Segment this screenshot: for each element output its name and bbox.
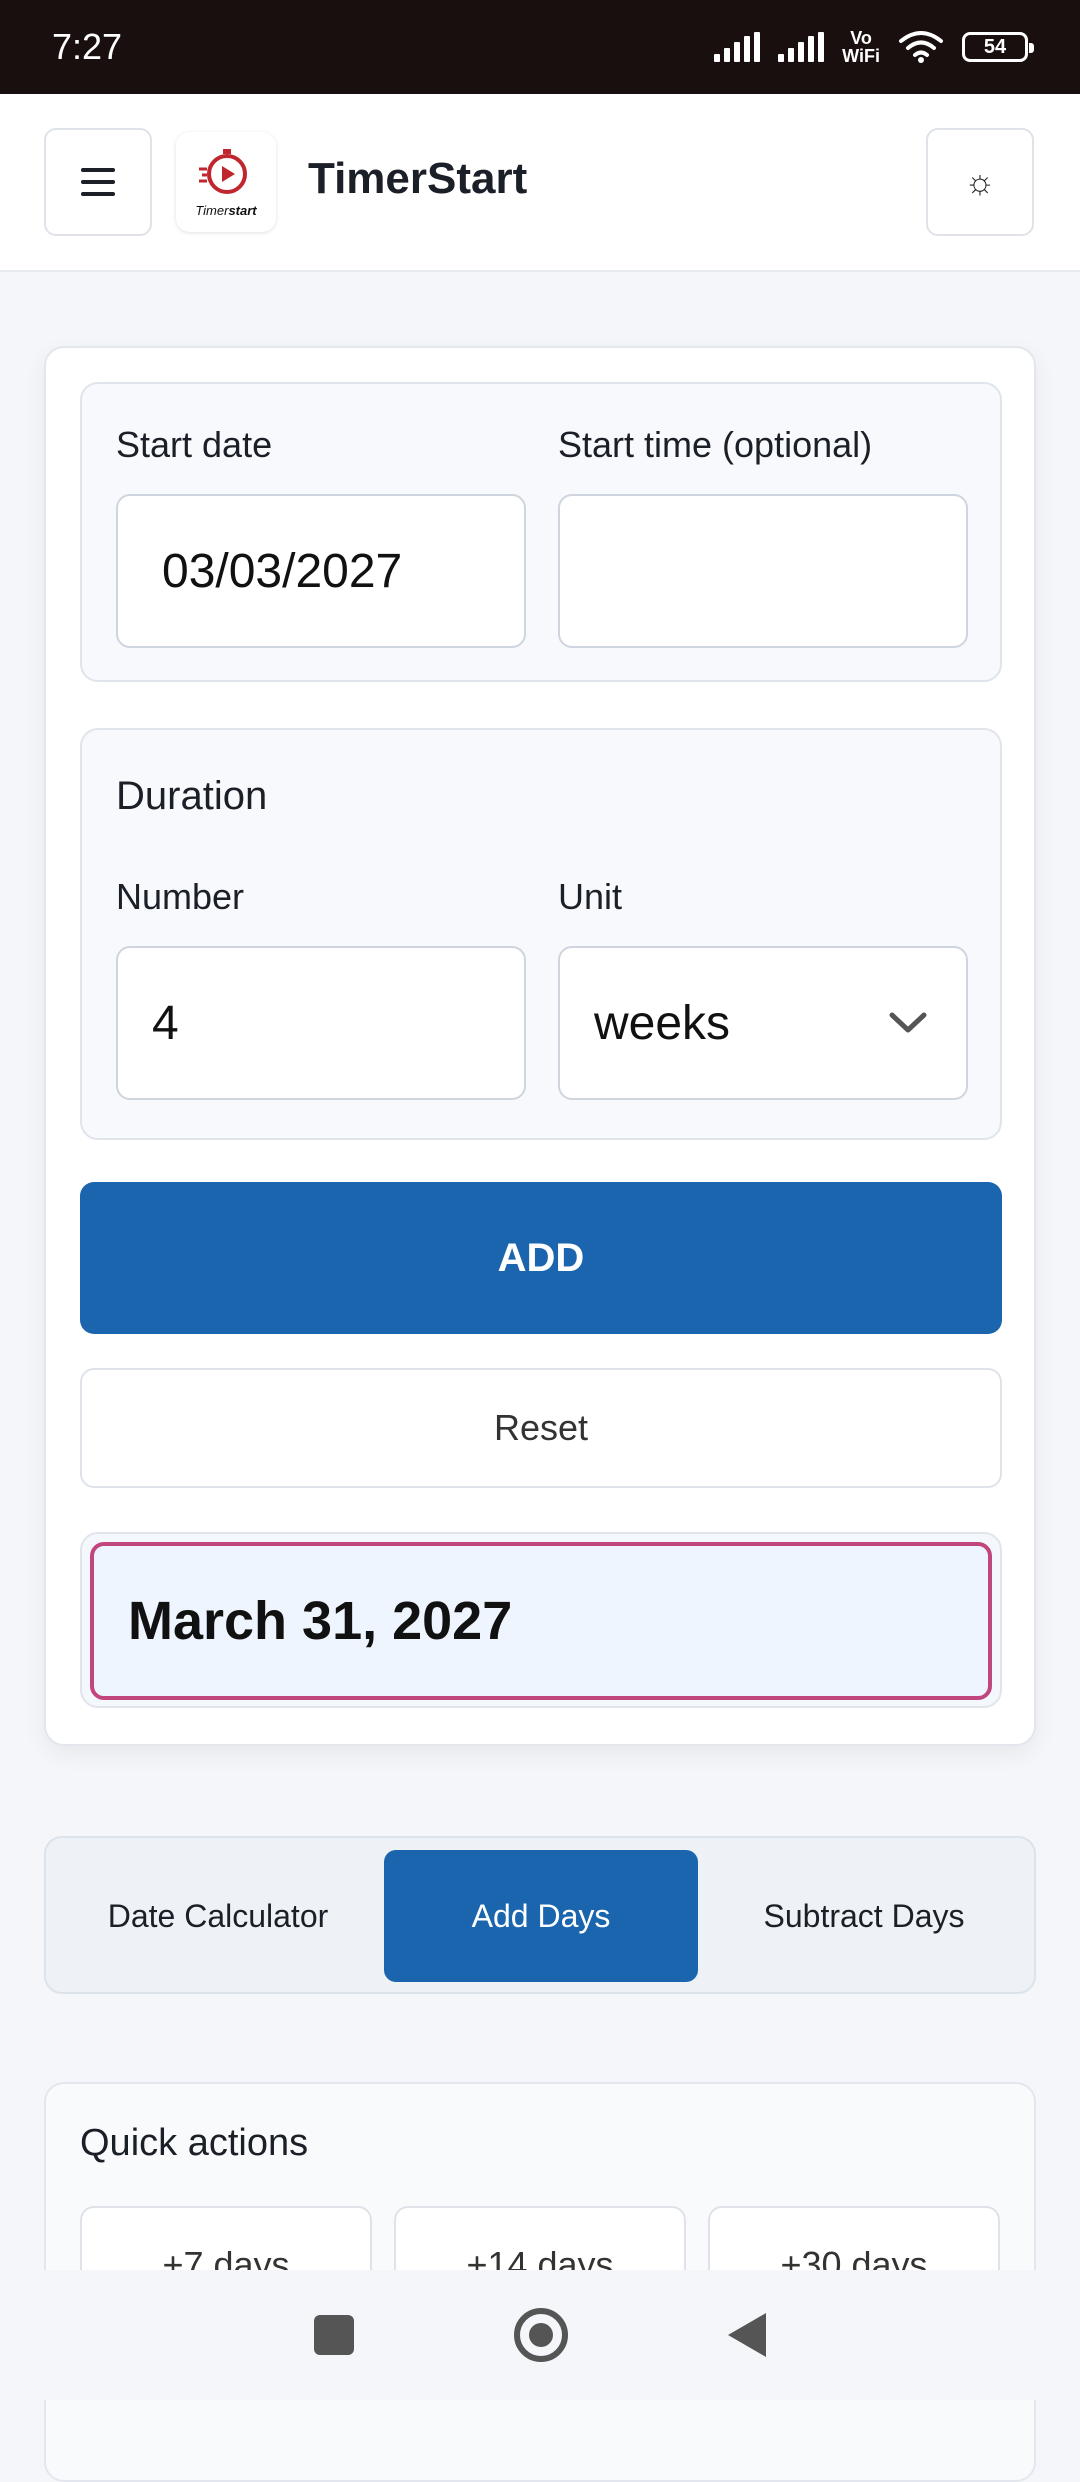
duration-panel: Duration Number 4 Unit weeks [80,728,1002,1140]
number-input[interactable]: 4 [116,946,526,1100]
system-nav-bar [0,2270,1080,2400]
menu-button[interactable] [44,128,152,236]
unit-value: weeks [594,996,731,1050]
vowifi-indicator: Vo WiFi [842,29,880,65]
status-time: 7:27 [52,26,123,67]
calculator-card: Start date 03/03/2027 Start time (option… [44,346,1036,1746]
result-output: March 31, 2027 [90,1542,992,1700]
result-panel: March 31, 2027 [80,1532,1002,1708]
result-value: March 31, 2027 [128,1591,513,1651]
signal-icon [714,32,761,62]
vowifi-bottom: WiFi [842,46,880,66]
start-date-input[interactable]: 03/03/2027 [116,494,526,648]
start-time-input[interactable] [558,494,968,648]
start-panel: Start date 03/03/2027 Start time (option… [80,382,1002,682]
start-date-value: 03/03/2027 [162,544,403,598]
quick-actions-title: Quick actions [80,2122,309,2164]
app-title: TimerStart [308,154,528,203]
home-icon[interactable] [514,2308,568,2362]
status-bar: 7:27 Vo WiFi 54 [0,0,1080,94]
number-label: Number [116,876,245,917]
duration-title: Duration [116,774,268,818]
start-time-label: Start time (optional) [558,424,873,465]
tab-subtract-days[interactable]: Subtract Days [702,1850,1026,1982]
start-date-label: Start date [116,424,273,465]
reset-button[interactable]: Reset [80,1368,1002,1488]
vowifi-top: Vo [850,28,872,48]
theme-toggle-button[interactable]: ☼ [926,128,1034,236]
wifi-icon [899,31,943,63]
signal-icon-2 [778,32,825,62]
number-value: 4 [152,996,179,1050]
stopwatch-icon [199,148,247,194]
mode-tabs: Date Calculator Add Days Subtract Days [44,1836,1036,1994]
status-icons: Vo WiFi 54 [714,29,1034,65]
app-header: Timerstart TimerStart ☼ [0,94,1080,272]
back-icon[interactable] [728,2313,766,2357]
unit-select[interactable]: weeks [558,946,968,1100]
battery-icon: 54 [962,32,1034,62]
sun-icon: ☼ [964,162,996,201]
recents-icon[interactable] [314,2315,354,2355]
app-logo: Timerstart [176,132,276,232]
unit-label: Unit [558,876,623,917]
chevron-down-icon [889,1012,927,1033]
tab-add-days[interactable]: Add Days [384,1850,698,1982]
battery-level: 54 [983,35,1007,58]
hamburger-icon [81,168,115,196]
add-button[interactable]: ADD [80,1182,1002,1334]
tab-date-calculator[interactable]: Date Calculator [56,1850,380,1982]
logo-text: Timerstart [195,202,257,218]
